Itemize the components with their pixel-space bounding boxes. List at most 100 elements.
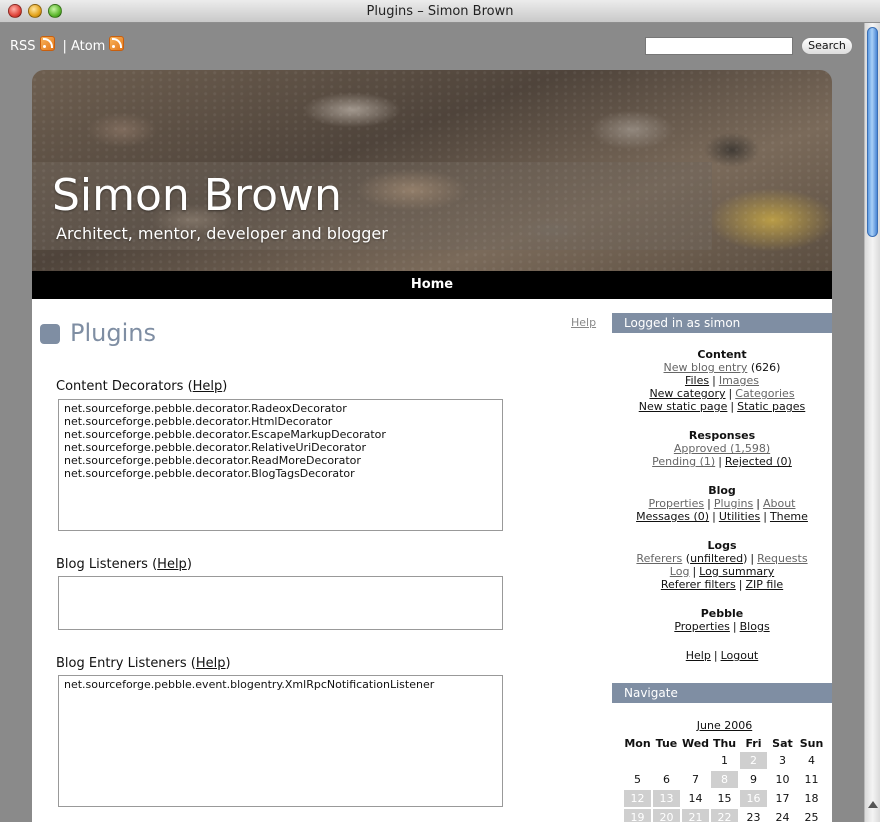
list-item[interactable]: net.sourceforge.pebble.event.blogentry.X… <box>64 678 497 691</box>
list-item[interactable]: net.sourceforge.pebble.decorator.Relativ… <box>64 441 497 454</box>
blog-about-link[interactable]: About <box>763 497 796 510</box>
calendar-day-header: Thu <box>712 736 737 750</box>
list-item[interactable]: net.sourceforge.pebble.decorator.RadeoxD… <box>64 402 497 415</box>
sidebar-help-link[interactable]: Help <box>686 649 711 662</box>
categories-link[interactable]: Categories <box>735 387 794 400</box>
blog-listeners-heading: Blog Listeners (Help) <box>56 557 192 572</box>
calendar-day: 23 <box>746 811 761 822</box>
unfiltered-referers-link[interactable]: unfiltered <box>690 552 743 565</box>
list-item[interactable]: net.sourceforge.pebble.decorator.HtmlDec… <box>64 415 497 428</box>
blog-entry-listeners-heading: Blog Entry Listeners (Help) <box>56 656 231 671</box>
nav-home-link[interactable]: Home <box>411 277 453 292</box>
list-item[interactable]: net.sourceforge.pebble.decorator.ReadMor… <box>64 454 497 467</box>
window-title: Plugins – Simon Brown <box>366 4 514 19</box>
page-help-link[interactable]: Help <box>571 316 596 329</box>
rss-link[interactable]: RSS <box>10 39 36 54</box>
vertical-scrollbar[interactable] <box>864 23 880 822</box>
calendar-day: 25 <box>804 811 819 822</box>
calendar-day[interactable]: 12 <box>624 790 651 807</box>
site-title[interactable]: Simon Brown <box>52 170 342 221</box>
calendar-day[interactable]: 8 <box>711 771 739 788</box>
pebble-properties-link[interactable]: Properties <box>674 620 730 633</box>
calendar-grid: Mon Tue Wed Thu Fri Sat Sun 1 2 3 4 5 6 7 8 9 10 1… <box>622 734 827 822</box>
blog-entry-listeners-listbox[interactable]: net.sourceforge.pebble.event.blogentry.X… <box>58 675 503 807</box>
navigation-bar: Home <box>32 271 832 299</box>
calendar-day <box>653 752 680 769</box>
blog-plugins-link[interactable]: Plugins <box>714 497 753 510</box>
referers-link[interactable]: Referers <box>636 552 682 565</box>
feed-separator: | <box>62 39 67 54</box>
blogs-link[interactable]: Blogs <box>740 620 770 633</box>
pending-responses-link[interactable]: Pending (1) <box>652 455 715 468</box>
list-item[interactable]: net.sourceforge.pebble.decorator.EscapeM… <box>64 428 497 441</box>
static-pages-link[interactable]: Static pages <box>737 400 805 413</box>
calendar-day[interactable]: 16 <box>740 790 767 807</box>
images-link[interactable]: Images <box>719 374 759 387</box>
atom-feed-icon[interactable] <box>109 36 125 51</box>
new-category-link[interactable]: New category <box>649 387 725 400</box>
logout-link[interactable]: Logout <box>721 649 759 662</box>
page-title: Plugins <box>70 319 156 347</box>
blog-listeners-listbox[interactable] <box>58 576 503 630</box>
scrollbar-thumb[interactable] <box>867 27 878 237</box>
calendar-day[interactable]: 13 <box>652 790 680 807</box>
log-link[interactable]: Log <box>670 565 690 578</box>
navigate-heading: Navigate <box>612 683 832 703</box>
atom-link[interactable]: Atom <box>71 39 105 54</box>
calendar-day: 6 <box>662 773 670 786</box>
content-decorators-help-link[interactable]: Help <box>193 379 223 394</box>
rss-feed-icon[interactable] <box>39 36 55 51</box>
calendar-day[interactable]: 2 <box>740 752 767 769</box>
search-button[interactable]: Search <box>801 37 853 55</box>
blog-entry-listeners-help-link[interactable]: Help <box>196 656 226 671</box>
admin-sidebar: Logged in as simon Content New blog entr… <box>612 299 832 822</box>
calendar-day: 14 <box>688 792 703 805</box>
search-input[interactable] <box>645 37 793 55</box>
log-summary-link[interactable]: Log summary <box>699 565 774 578</box>
window-titlebar: Plugins – Simon Brown <box>0 0 880 23</box>
calendar-day <box>624 752 651 769</box>
main-column: Plugins Help Content Decorators (Help) n… <box>32 299 610 822</box>
files-link[interactable]: Files <box>685 374 709 387</box>
messages-link[interactable]: Messages (0) <box>636 510 709 523</box>
approved-responses-link[interactable]: Approved (1,598) <box>674 442 770 455</box>
content-menu-heading: Content <box>697 348 747 361</box>
blog-properties-link[interactable]: Properties <box>649 497 705 510</box>
zip-file-link[interactable]: ZIP file <box>746 578 784 591</box>
calendar-day: 9 <box>750 773 758 786</box>
responses-menu-heading: Responses <box>688 429 756 442</box>
content-decorators-listbox[interactable]: net.sourceforge.pebble.decorator.RadeoxD… <box>58 399 503 531</box>
feed-links: RSS | Atom <box>10 36 128 57</box>
logs-menu-heading: Logs <box>707 539 737 552</box>
calendar-day[interactable]: 19 <box>624 809 651 822</box>
calendar-day[interactable]: 20 <box>652 809 680 822</box>
logs-menu: Logs Referers (unfiltered) | Requests Log |… <box>612 539 832 591</box>
calendar-month-link[interactable]: June 2006 <box>622 719 827 732</box>
calendar-week-row: 123 4 <box>624 752 825 769</box>
utilities-link[interactable]: Utilities <box>719 510 760 523</box>
blog-menu: Blog Properties | Plugins | About Messages (… <box>612 484 832 523</box>
new-static-page-link[interactable]: New static page <box>639 400 728 413</box>
calendar-week-row: 19 20 21 22 23 24 25 <box>624 809 825 822</box>
new-blog-entry-link[interactable]: New blog entry <box>664 361 748 374</box>
pebble-menu-heading: Pebble <box>700 607 744 620</box>
calendar-day[interactable]: 21 <box>681 809 710 822</box>
blog-menu-heading: Blog <box>708 484 736 497</box>
calendar-day-header: Mon <box>624 736 651 750</box>
calendar-day-header: Sun <box>799 736 824 750</box>
blog-listeners-help-link[interactable]: Help <box>157 557 187 572</box>
calendar-week-row: 12 13 14 15 16 17 18 <box>624 790 825 807</box>
requests-link[interactable]: Requests <box>757 552 807 565</box>
theme-link[interactable]: Theme <box>770 510 808 523</box>
account-links: Help | Logout <box>685 649 759 662</box>
list-item[interactable]: net.sourceforge.pebble.decorator.BlogTag… <box>64 467 497 480</box>
calendar-day: 24 <box>775 811 790 822</box>
calendar-day[interactable]: 22 <box>711 809 739 822</box>
scroll-up-arrow-icon[interactable] <box>868 801 878 808</box>
calendar-day: 15 <box>717 792 732 805</box>
site-tagline: Architect, mentor, developer and blogger <box>56 224 388 243</box>
referer-filters-link[interactable]: Referer filters <box>661 578 736 591</box>
content-menu: Content New blog entry (626) Files | Image… <box>612 348 832 413</box>
calendar-day: 1 <box>721 754 729 767</box>
rejected-responses-link[interactable]: Rejected (0) <box>725 455 792 468</box>
